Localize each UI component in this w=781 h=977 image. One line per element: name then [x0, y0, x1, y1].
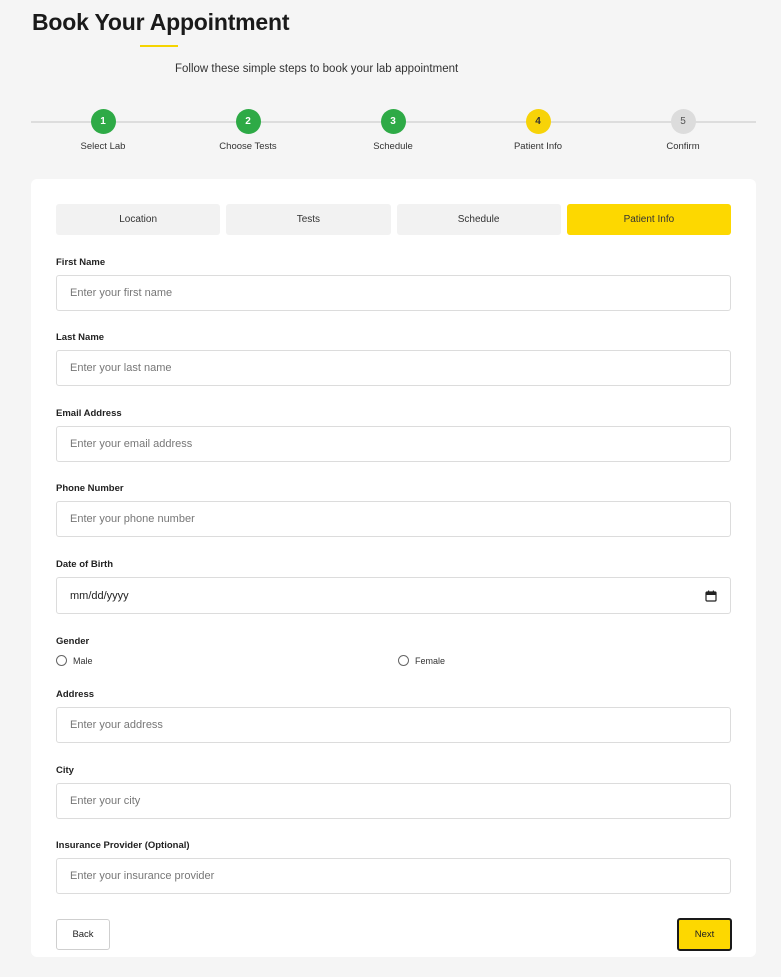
page-subtitle: Follow these simple steps to book your l…	[175, 63, 459, 75]
progress-stepper: 1 Select Lab 2 Choose Tests 3 Schedule 4…	[31, 109, 756, 159]
city-label: City	[56, 765, 74, 776]
step-number: 1	[90, 109, 116, 134]
gender-option-female[interactable]: Female	[398, 655, 445, 666]
step-label: Choose Tests	[219, 141, 277, 152]
step-choose-tests: 2 Choose Tests	[193, 109, 303, 152]
step-label: Schedule	[373, 141, 413, 152]
section-tabs: Location Tests Schedule Patient Info	[56, 204, 731, 235]
next-button[interactable]: Next	[677, 918, 732, 951]
female-radio[interactable]	[398, 655, 409, 666]
dob-input[interactable]: mm/dd/yyyy	[56, 577, 731, 614]
tab-schedule[interactable]: Schedule	[396, 204, 561, 235]
phone-input[interactable]	[56, 501, 731, 537]
step-schedule: 3 Schedule	[338, 109, 448, 152]
step-number: 2	[235, 109, 261, 134]
dob-value: mm/dd/yyyy	[70, 589, 129, 602]
address-input[interactable]	[56, 707, 731, 743]
tab-patient-info[interactable]: Patient Info	[566, 204, 731, 235]
step-label: Confirm	[666, 141, 700, 152]
step-select-lab: 1 Select Lab	[48, 109, 158, 152]
gender-option-male[interactable]: Male	[56, 655, 93, 666]
city-input[interactable]	[56, 783, 731, 819]
step-confirm: 5 Confirm	[628, 109, 738, 152]
step-label: Patient Info	[513, 141, 563, 152]
page-title: Book Your Appointment	[32, 9, 290, 35]
address-label: Address	[56, 689, 95, 700]
last-name-input[interactable]	[56, 350, 731, 386]
tab-tests[interactable]: Tests	[226, 204, 391, 235]
calendar-icon[interactable]	[705, 590, 717, 602]
last-name-label: Last Name	[56, 332, 105, 343]
dob-label: Date of Birth	[56, 559, 113, 570]
form-card: Location Tests Schedule Patient Info Fir…	[31, 179, 756, 957]
title-underline	[140, 45, 178, 47]
back-button[interactable]: Back	[56, 919, 110, 950]
first-name-input[interactable]	[56, 275, 731, 311]
step-number: 3	[380, 109, 406, 134]
gender-label: Gender	[56, 636, 90, 647]
step-number: 5	[670, 109, 696, 134]
email-input[interactable]	[56, 426, 731, 462]
phone-label: Phone Number	[56, 483, 124, 494]
insurance-input[interactable]	[56, 858, 731, 894]
female-label: Female	[415, 655, 446, 666]
first-name-label: First Name	[56, 257, 106, 268]
email-label: Email Address	[56, 408, 122, 419]
male-radio[interactable]	[56, 655, 67, 666]
step-label: Select Lab	[80, 141, 126, 152]
step-patient-info: 4 Patient Info	[483, 109, 593, 152]
insurance-label: Insurance Provider (Optional)	[56, 840, 190, 851]
tab-location[interactable]: Location	[56, 204, 221, 235]
step-number: 4	[525, 109, 551, 134]
male-label: Male	[73, 655, 93, 666]
